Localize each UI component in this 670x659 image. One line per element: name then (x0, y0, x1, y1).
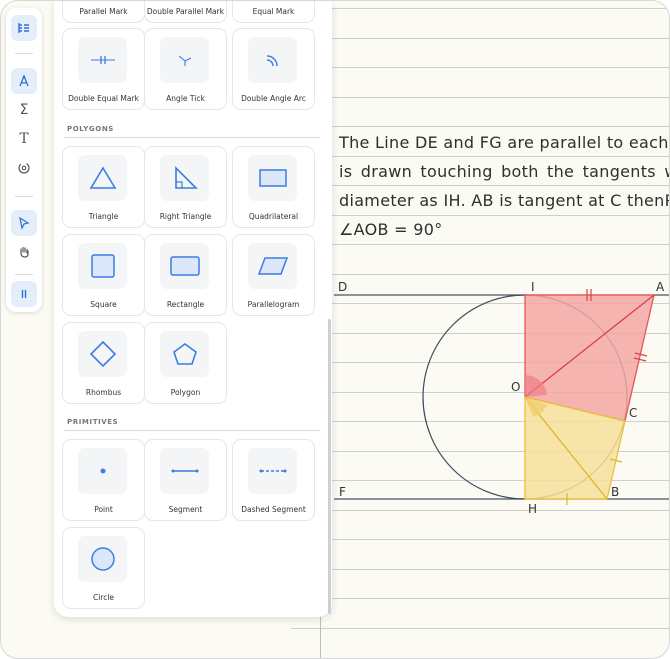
parallel-mark-icon (21, 290, 27, 298)
shape-library-panel: Parallel Mark Double Parallel Mark Equal… (54, 1, 332, 617)
label-h: H (528, 502, 537, 516)
shape-parallel-mark[interactable]: Parallel Mark (62, 1, 145, 23)
text-tool-button[interactable]: T (11, 126, 37, 152)
math-tool-button[interactable]: Σ (11, 97, 37, 123)
square-icon (90, 254, 115, 278)
dashed-segment-icon (259, 469, 286, 473)
label-d: D (338, 280, 347, 294)
hand-icon (20, 246, 29, 258)
quadrilateral-icon (258, 169, 287, 187)
shape-polygon[interactable]: Polygon (144, 322, 227, 404)
shape-parallelogram[interactable]: Parallelogram (232, 234, 315, 316)
shape-dashed-segment[interactable]: Dashed Segment (232, 439, 315, 521)
tool-sidebar: Σ T (6, 8, 42, 312)
pointer-icon (19, 216, 30, 230)
label-i: I (531, 280, 535, 294)
compass-icon (19, 75, 29, 87)
shape-circle[interactable]: Circle (62, 527, 145, 609)
primitives-section-title: PRIMITIVES (67, 418, 119, 426)
double-angle-arc-icon (266, 55, 278, 67)
point-icon (100, 468, 105, 474)
shape-rectangle[interactable]: Rectangle (144, 234, 227, 316)
rectangle-icon (169, 256, 200, 276)
construct-tool-button[interactable] (11, 68, 37, 94)
label-a: A (656, 280, 665, 294)
panel-scrollbar[interactable] (328, 319, 331, 614)
triangle-icon (89, 166, 116, 189)
panel-toggle-button[interactable] (11, 15, 37, 41)
label-b: B (611, 485, 619, 499)
select-tool-button[interactable] (11, 210, 37, 236)
pan-tool-button[interactable] (11, 239, 37, 265)
shape-double-equal-mark[interactable]: Double Equal Mark (62, 28, 145, 110)
text-icon: T (19, 131, 29, 147)
pentagon-icon (172, 343, 197, 365)
label-o: O (511, 380, 520, 394)
angle-tick-icon (178, 55, 191, 66)
parallelogram-icon (257, 257, 288, 275)
shape-angle-tick[interactable]: Angle Tick (144, 28, 227, 110)
shape-double-parallel-mark[interactable]: Double Parallel Mark (144, 1, 227, 23)
shape-square[interactable]: Square (62, 234, 145, 316)
double-equal-mark-icon (90, 56, 115, 64)
shape-quadrilateral[interactable]: Quadrilateral (232, 146, 315, 228)
polygons-section-title: POLYGONS (67, 125, 114, 133)
circle-icon (90, 547, 115, 571)
transform-tool-button[interactable] (11, 155, 37, 181)
shape-triangle[interactable]: Triangle (62, 146, 145, 228)
label-f: F (339, 485, 346, 499)
label-c: C (629, 406, 637, 420)
rotate-shape-icon (18, 162, 30, 174)
segment-icon (171, 469, 198, 473)
shape-rhombus[interactable]: Rhombus (62, 322, 145, 404)
sigma-icon: Σ (19, 102, 29, 118)
shape-equal-mark[interactable]: Equal Mark (232, 1, 315, 23)
right-triangle-icon (174, 166, 198, 189)
shape-double-angle-arc[interactable]: Double Angle Arc (232, 28, 315, 110)
shape-point[interactable]: Point (62, 439, 145, 521)
marks-tool-button[interactable] (11, 281, 37, 307)
rhombus-icon (89, 340, 116, 368)
shape-segment[interactable]: Segment (144, 439, 227, 521)
shape-right-triangle[interactable]: Right Triangle (144, 146, 227, 228)
panel-toggle-icon (18, 23, 29, 33)
